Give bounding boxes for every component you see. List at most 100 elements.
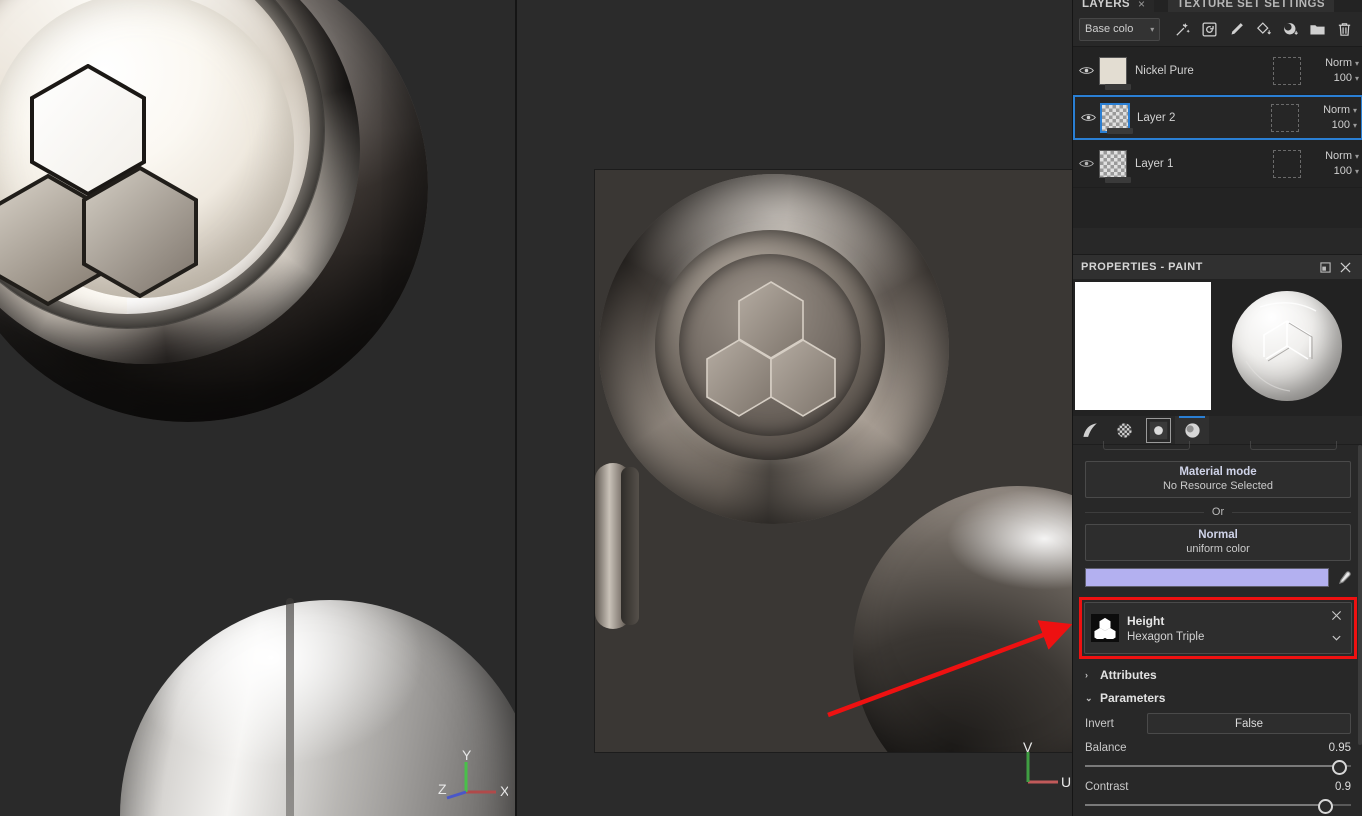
layers-toolbar: Base colo ▾ bbox=[1073, 12, 1362, 46]
model-knob-body bbox=[0, 0, 428, 422]
eyedropper-icon[interactable] bbox=[1336, 570, 1351, 585]
3d-axis-gizmo[interactable]: X Y Z bbox=[438, 747, 510, 808]
height-channel-tab[interactable] bbox=[1175, 416, 1209, 444]
add-paint-layer-icon[interactable] bbox=[1224, 16, 1249, 42]
table-row[interactable]: Layer 2 Norm ▾ 100 ▾ bbox=[1073, 95, 1362, 140]
eye-icon[interactable] bbox=[1073, 65, 1099, 76]
add-smart-material-icon[interactable] bbox=[1278, 16, 1303, 42]
tab-layers-label: LAYERS bbox=[1082, 0, 1130, 10]
flat-color-preview[interactable] bbox=[1075, 282, 1211, 410]
normal-mode-subtitle: uniform color bbox=[1186, 543, 1250, 555]
table-row[interactable]: Nickel Pure Norm ▾ 100 ▾ bbox=[1073, 47, 1362, 95]
uv-axis-gizmo[interactable]: U V bbox=[1012, 739, 1072, 804]
layer-blend-mode[interactable]: Norm ▾ bbox=[1305, 103, 1357, 118]
tab-layers-close-icon[interactable]: × bbox=[1138, 0, 1145, 11]
height-resource-title: Height bbox=[1127, 613, 1165, 628]
layer-blend-opacity: Norm ▾ 100 ▾ bbox=[1305, 103, 1361, 133]
height-resource-buttons bbox=[1327, 608, 1345, 648]
gizmo-v-label: V bbox=[1023, 742, 1033, 755]
uv-sphere-preview bbox=[853, 486, 1072, 752]
normal-channel-tab[interactable] bbox=[1141, 416, 1175, 444]
eye-icon[interactable] bbox=[1073, 158, 1099, 169]
layer-mini-bar bbox=[1105, 84, 1131, 90]
table-row[interactable]: Layer 1 Norm ▾ 100 ▾ bbox=[1073, 140, 1362, 188]
chevron-down-icon[interactable] bbox=[1331, 630, 1342, 648]
layers-empty-space[interactable] bbox=[1073, 188, 1362, 228]
opacity-channel-tab[interactable] bbox=[1107, 416, 1141, 444]
balance-slider-knob[interactable] bbox=[1331, 760, 1347, 775]
layer-thumbnail[interactable] bbox=[1099, 149, 1127, 178]
add-generator-icon[interactable] bbox=[1197, 16, 1222, 42]
right-dock: LAYERS × TEXTURE SET SETTINGS Base colo … bbox=[1072, 0, 1362, 816]
normal-mode-button[interactable]: Normal uniform color bbox=[1085, 524, 1351, 561]
list-item: Layer 2 bbox=[1137, 111, 1176, 124]
layer-opacity[interactable]: 100 ▾ bbox=[1307, 71, 1359, 86]
layer-blend-value: Norm bbox=[1325, 56, 1352, 69]
layer-mask-placeholder[interactable] bbox=[1271, 103, 1299, 132]
list-item: Layer 1 bbox=[1135, 157, 1174, 170]
delete-layer-icon[interactable] bbox=[1332, 16, 1357, 42]
material-mode-button[interactable]: Material mode No Resource Selected bbox=[1085, 461, 1351, 498]
height-resource-name: Hexagon Triple bbox=[1127, 630, 1205, 643]
layer-blend-mode[interactable]: Norm ▾ bbox=[1307, 56, 1359, 71]
tab-texture-set-settings[interactable]: TEXTURE SET SETTINGS bbox=[1168, 0, 1334, 12]
invert-label: Invert bbox=[1085, 717, 1114, 730]
contrast-slider[interactable] bbox=[1085, 798, 1351, 814]
properties-scroll-area[interactable]: Material mode No Resource Selected Or No… bbox=[1073, 441, 1362, 816]
remove-resource-icon[interactable] bbox=[1331, 608, 1342, 626]
height-resource-row[interactable]: Height Hexagon Triple bbox=[1084, 602, 1352, 654]
gizmo-y-label: Y bbox=[462, 748, 472, 763]
base-color-channel-selector[interactable]: Base colo ▾ bbox=[1079, 17, 1161, 41]
properties-scrollbar[interactable] bbox=[1358, 445, 1362, 745]
material-mode-subtitle: No Resource Selected bbox=[1162, 480, 1274, 492]
height-resource-highlight: Height Hexagon Triple bbox=[1079, 597, 1357, 659]
gizmo-z-label: Z bbox=[438, 781, 447, 797]
cut-off-button-row[interactable] bbox=[1073, 441, 1362, 455]
contrast-slider-knob[interactable] bbox=[1318, 799, 1334, 814]
preview-sphere bbox=[1232, 291, 1342, 401]
base-color-channel-value: Base colo bbox=[1085, 23, 1134, 35]
layer-opacity[interactable]: 100 ▾ bbox=[1307, 164, 1359, 179]
add-folder-icon[interactable] bbox=[1305, 16, 1330, 42]
layer-mask-placeholder[interactable] bbox=[1273, 56, 1301, 85]
cut-button-right[interactable] bbox=[1250, 441, 1337, 450]
eye-icon[interactable] bbox=[1075, 112, 1101, 123]
balance-value[interactable]: 0.95 bbox=[1147, 742, 1351, 754]
layer-blend-opacity: Norm ▾ 100 ▾ bbox=[1307, 56, 1362, 86]
layer-opacity-value: 100 bbox=[1333, 71, 1352, 84]
or-separator: Or bbox=[1085, 506, 1352, 518]
contrast-value[interactable]: 0.9 bbox=[1147, 781, 1351, 793]
color-swatch-row bbox=[1085, 568, 1351, 587]
contrast-parameter-row: Contrast 0.9 bbox=[1085, 781, 1351, 793]
chevron-right-icon: › bbox=[1085, 670, 1088, 680]
2d-uv-viewport[interactable]: U V bbox=[517, 0, 1072, 816]
chevron-down-icon: ▾ bbox=[1354, 73, 1359, 83]
tab-layers[interactable]: LAYERS × bbox=[1073, 0, 1155, 12]
layer-blend-mode[interactable]: Norm ▾ bbox=[1307, 149, 1359, 164]
add-effect-icon[interactable] bbox=[1170, 16, 1195, 42]
chevron-down-icon: ▾ bbox=[1352, 120, 1357, 130]
balance-slider[interactable] bbox=[1085, 759, 1351, 775]
cut-button-left[interactable] bbox=[1103, 441, 1190, 450]
3d-viewport[interactable]: X Y Z bbox=[0, 0, 515, 816]
parameters-section-header[interactable]: ⌄ Parameters bbox=[1085, 691, 1351, 705]
layer-thumbnail[interactable] bbox=[1099, 56, 1127, 85]
normal-color-swatch[interactable] bbox=[1085, 568, 1329, 587]
layer-mini-bar bbox=[1105, 177, 1131, 183]
dock-tabbar: LAYERS × TEXTURE SET SETTINGS bbox=[1073, 0, 1362, 12]
layer-opacity[interactable]: 100 ▾ bbox=[1305, 118, 1357, 133]
color-channel-tab[interactable] bbox=[1073, 416, 1107, 444]
add-fill-layer-icon[interactable] bbox=[1251, 16, 1276, 42]
close-icon[interactable] bbox=[1335, 257, 1355, 277]
invert-toggle[interactable]: False bbox=[1147, 713, 1351, 734]
balance-slider-fill bbox=[1085, 765, 1338, 767]
material-sphere-preview[interactable] bbox=[1211, 282, 1362, 410]
hexagon-triple-icon bbox=[1091, 614, 1119, 642]
layer-mask-placeholder[interactable] bbox=[1273, 149, 1301, 178]
dock-icon[interactable] bbox=[1315, 257, 1335, 277]
layer-mini-bar bbox=[1107, 128, 1133, 134]
knob-glow-ring bbox=[0, 0, 310, 314]
uv-hexagon-emblem bbox=[705, 278, 837, 418]
attributes-section-header[interactable]: › Attributes bbox=[1085, 668, 1351, 682]
layer-blend-value: Norm bbox=[1323, 103, 1350, 116]
